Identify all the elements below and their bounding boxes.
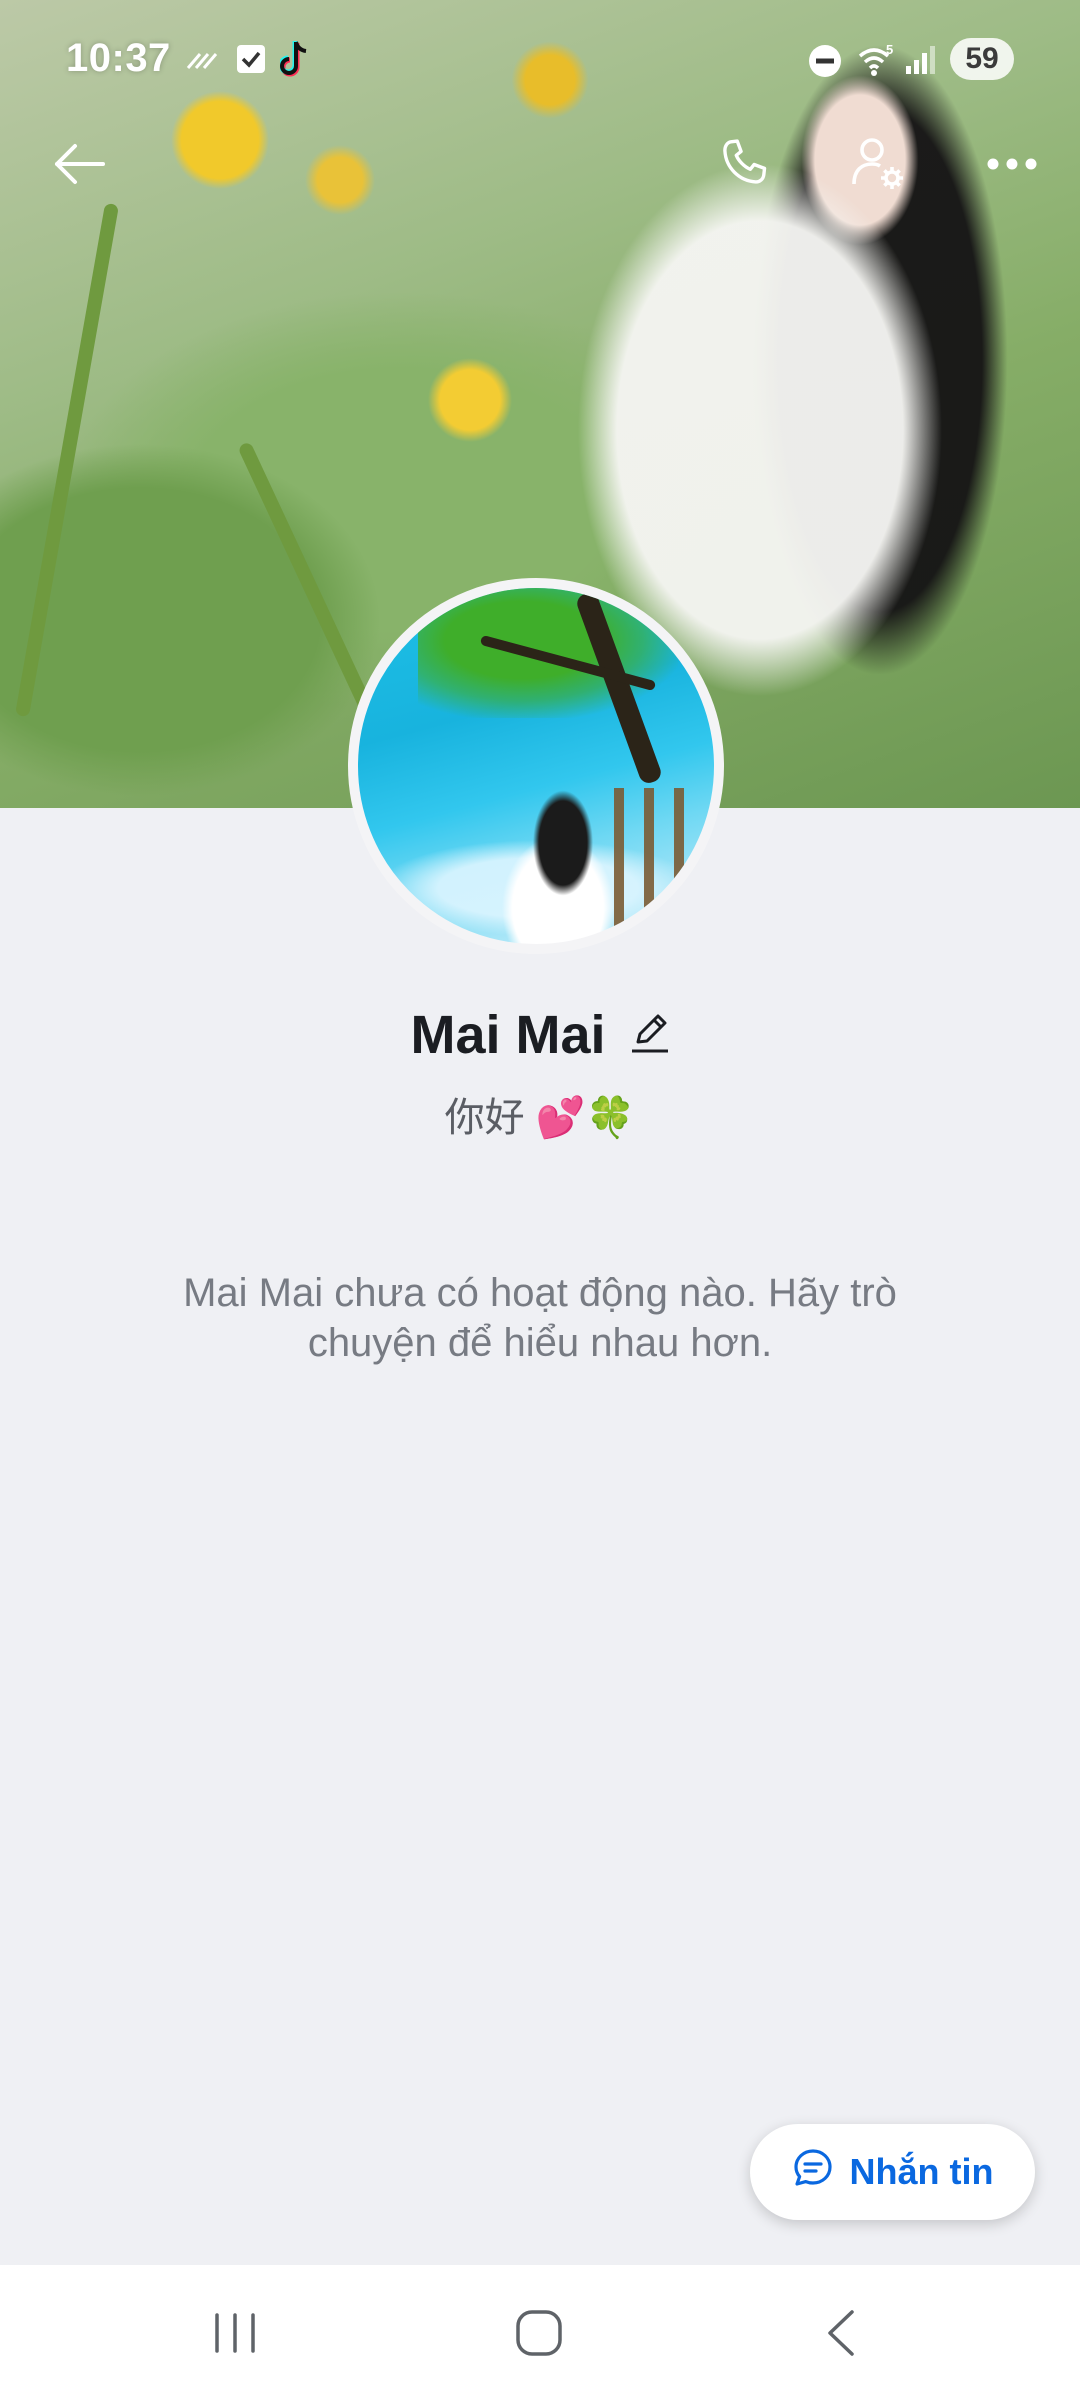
profile-name: Mai Mai	[410, 1005, 606, 1065]
message-button-label: Nhắn tin	[849, 2151, 994, 2192]
empty-activity-message: Mai Mai chưa có hoạt động nào. Hãy trò c…	[183, 1271, 897, 1365]
sunflower-stem	[14, 202, 120, 718]
home-icon	[514, 2308, 564, 2363]
signal-icon	[904, 44, 938, 81]
hashtag-stripes-icon	[186, 50, 220, 77]
profile-bio: 你好 💕🍀	[444, 1096, 636, 1140]
recent-apps-icon	[211, 2311, 259, 2360]
profile-screen: 10:37 5 59 Mai Mai 你好 💕🍀 Mai Mai chưa có…	[0, 0, 1080, 2400]
system-back-button[interactable]	[796, 2290, 886, 2380]
phone-icon	[715, 135, 773, 198]
profile-name-row: Mai Mai	[0, 1000, 1080, 1070]
back-arrow-icon	[53, 142, 107, 191]
do-not-disturb-icon	[808, 44, 842, 83]
more-icon	[986, 157, 1038, 176]
sunflower-stem	[237, 441, 377, 719]
recent-apps-button[interactable]	[190, 2290, 280, 2380]
back-button[interactable]	[34, 120, 126, 212]
status-time: 10:37	[66, 36, 171, 80]
avatar[interactable]	[348, 578, 724, 954]
back-icon	[824, 2308, 858, 2363]
tiktok-icon	[278, 40, 312, 83]
svg-text:5: 5	[886, 42, 893, 57]
edit-name-button[interactable]	[630, 1012, 670, 1059]
wifi-icon: 5	[856, 42, 896, 83]
call-button[interactable]	[698, 120, 790, 212]
battery-icon: 59	[950, 38, 1014, 80]
pencil-icon	[630, 1014, 670, 1058]
checkbox-icon	[236, 44, 266, 79]
avatar-fence	[614, 788, 704, 944]
message-button[interactable]: Nhắn tin	[750, 2124, 1035, 2220]
home-button[interactable]	[494, 2290, 584, 2380]
more-button[interactable]	[966, 120, 1058, 212]
battery-level: 59	[965, 42, 999, 75]
user-settings-button[interactable]	[832, 120, 924, 212]
status-bar: 10:37 5 59	[0, 0, 1080, 120]
chat-bubble-icon	[792, 2147, 834, 2198]
user-settings-icon	[848, 134, 908, 199]
